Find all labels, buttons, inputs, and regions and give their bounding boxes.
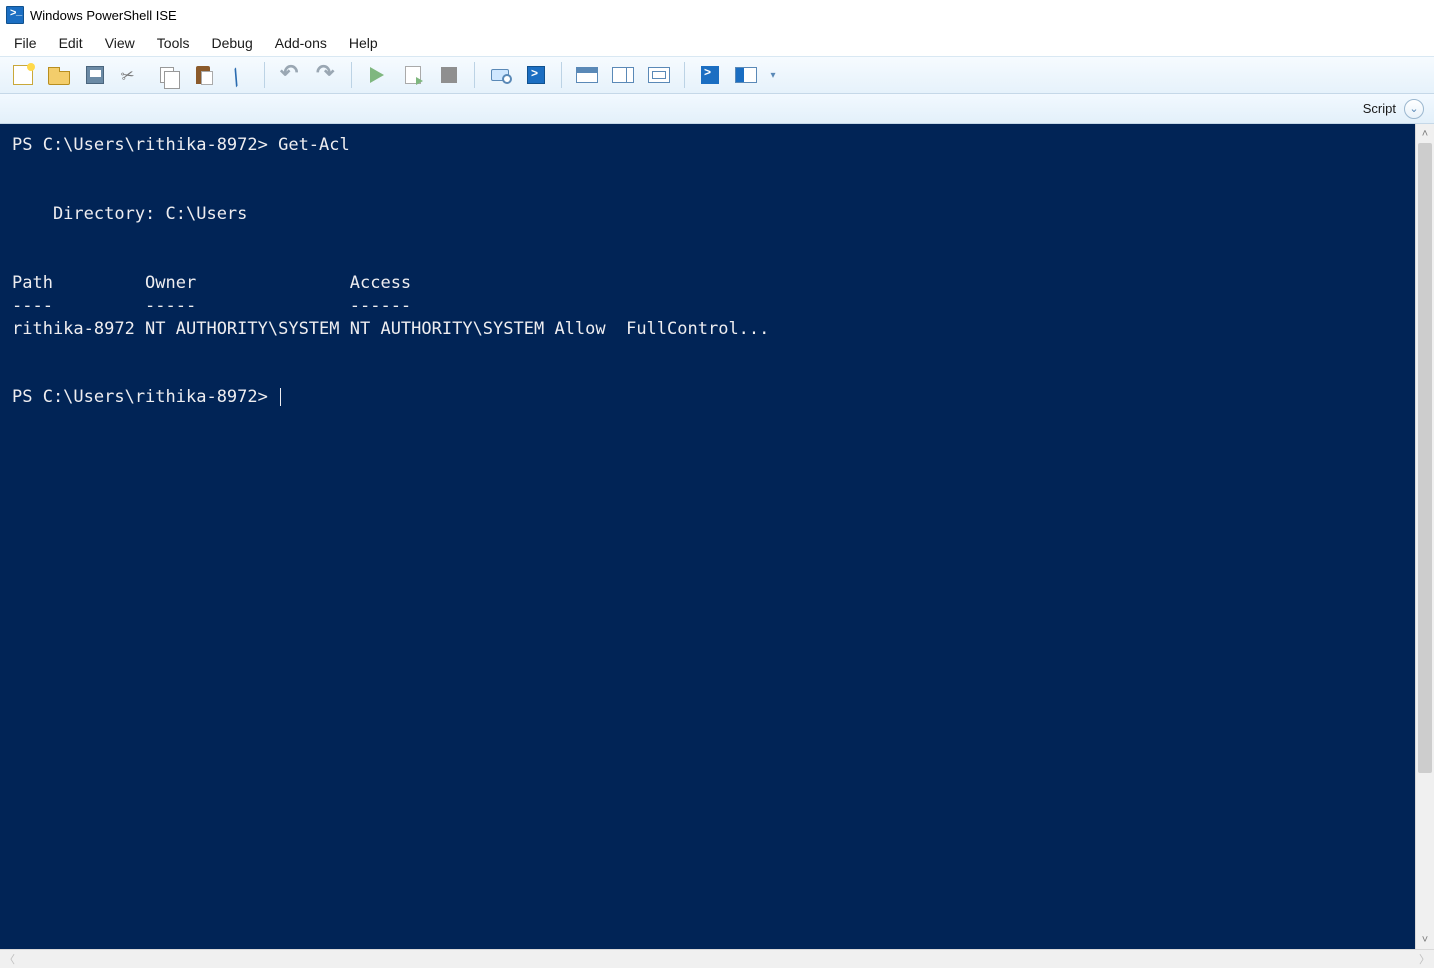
console-pane[interactable]: PS C:\Users\rithika-8972> Get-Acl Direct…	[0, 124, 1415, 949]
stop-button[interactable]	[432, 60, 466, 90]
toolbar-separator	[684, 62, 685, 88]
redo-icon: ↷	[316, 65, 336, 85]
show-command-window-button[interactable]	[693, 60, 727, 90]
toolbar-separator	[264, 62, 265, 88]
scroll-thumb[interactable]	[1418, 143, 1432, 773]
stop-icon	[441, 67, 457, 83]
show-script-max-button[interactable]	[642, 60, 676, 90]
menu-help[interactable]: Help	[339, 32, 388, 54]
scroll-left-button[interactable]: 〈	[0, 951, 19, 967]
paste-button[interactable]	[186, 60, 220, 90]
console-line: Path Owner Access	[12, 273, 411, 293]
copy-icon	[160, 67, 174, 83]
scroll-up-button[interactable]: ˄	[1416, 124, 1434, 143]
console-line: Directory: C:\Users	[12, 204, 247, 224]
menu-debug[interactable]: Debug	[201, 32, 262, 54]
run-selection-icon	[405, 66, 421, 84]
show-script-top-button[interactable]	[570, 60, 604, 90]
clear-icon: ⟋	[225, 61, 253, 89]
menu-view[interactable]: View	[95, 32, 145, 54]
console-region: PS C:\Users\rithika-8972> Get-Acl Direct…	[0, 124, 1434, 949]
new-remote-tab-button[interactable]	[483, 60, 517, 90]
expand-script-pane-button[interactable]: ⌄	[1404, 99, 1424, 119]
script-pane-header: Script ⌄	[0, 94, 1434, 124]
copy-button[interactable]	[150, 60, 184, 90]
console-line: rithika-8972 NT AUTHORITY\SYSTEM NT AUTH…	[12, 319, 769, 339]
toolbar-separator	[474, 62, 475, 88]
scroll-track[interactable]	[1416, 143, 1434, 930]
scroll-right-button[interactable]: 〉	[1415, 951, 1434, 967]
show-script-top-icon	[576, 67, 598, 83]
vertical-scrollbar[interactable]: ˄ ˅	[1415, 124, 1434, 949]
show-script-max-icon	[648, 67, 670, 83]
open-file-button[interactable]	[42, 60, 76, 90]
menu-tools[interactable]: Tools	[147, 32, 200, 54]
show-script-right-icon	[612, 67, 634, 83]
show-script-right-button[interactable]	[606, 60, 640, 90]
horizontal-scrollbar[interactable]: 〈 〉	[0, 949, 1434, 968]
undo-icon: ↶	[280, 65, 300, 85]
app-icon	[6, 6, 24, 24]
text-cursor	[280, 388, 281, 406]
powershell-icon	[527, 66, 545, 84]
save-icon	[86, 66, 104, 84]
scroll-down-button[interactable]: ˅	[1416, 930, 1434, 949]
run-script-button[interactable]	[360, 60, 394, 90]
run-icon	[370, 67, 384, 83]
cut-button[interactable]: ✂	[114, 60, 148, 90]
run-selection-button[interactable]	[396, 60, 430, 90]
new-file-button[interactable]	[6, 60, 40, 90]
titlebar: Windows PowerShell ISE	[0, 0, 1434, 30]
save-button[interactable]	[78, 60, 112, 90]
show-command-addon-icon	[735, 67, 757, 83]
toolbar-options-button[interactable]: ▾	[765, 60, 781, 90]
paste-icon	[196, 66, 210, 84]
script-pane-label: Script	[1363, 101, 1396, 116]
redo-button[interactable]: ↷	[309, 60, 343, 90]
toolbar-separator	[351, 62, 352, 88]
new-remote-tab-icon	[491, 69, 509, 81]
start-powershell-button[interactable]	[519, 60, 553, 90]
show-command-addon-button[interactable]	[729, 60, 763, 90]
new-file-icon	[13, 65, 33, 85]
toolbar: ✂ ⟋ ↶ ↷ ▾	[0, 56, 1434, 94]
undo-button[interactable]: ↶	[273, 60, 307, 90]
console-line: ---- ----- ------	[12, 296, 411, 316]
menu-addons[interactable]: Add-ons	[265, 32, 337, 54]
menubar: File Edit View Tools Debug Add-ons Help	[0, 30, 1434, 56]
toolbar-options-icon: ▾	[770, 70, 775, 81]
menu-file[interactable]: File	[4, 32, 47, 54]
open-file-icon	[48, 71, 70, 85]
console-prompt: PS C:\Users\rithika-8972>	[12, 387, 278, 407]
show-command-icon	[701, 66, 719, 84]
menu-edit[interactable]: Edit	[49, 32, 93, 54]
console-line: PS C:\Users\rithika-8972> Get-Acl	[12, 135, 350, 155]
toolbar-separator	[561, 62, 562, 88]
window-title: Windows PowerShell ISE	[30, 8, 177, 23]
chevron-down-icon: ⌄	[1409, 102, 1418, 115]
cut-icon: ✂	[119, 63, 143, 87]
clear-console-button[interactable]: ⟋	[222, 60, 256, 90]
